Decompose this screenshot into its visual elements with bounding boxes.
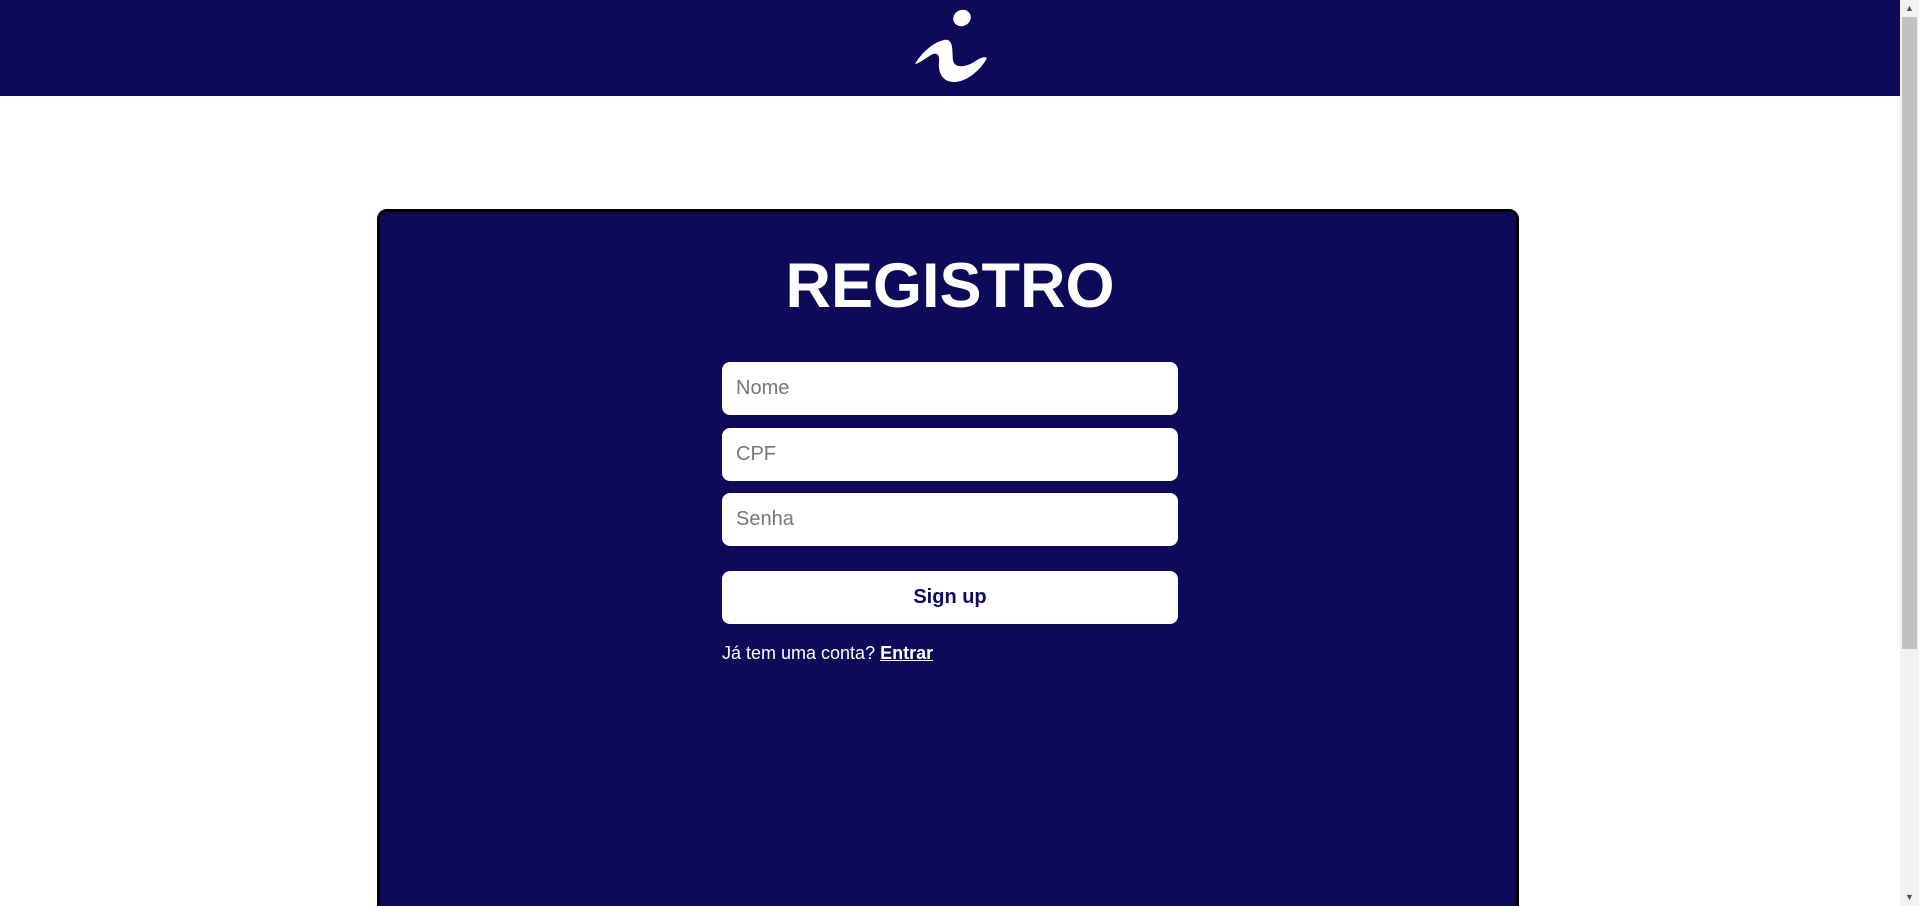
login-link[interactable]: Entrar [880,643,933,663]
scroll-down-arrow-icon[interactable]: ▼ [1900,889,1919,906]
page: REGISTRO Sign up Já tem uma conta? Entra… [0,0,1900,906]
cpf-input[interactable] [722,428,1178,481]
signup-button[interactable]: Sign up [722,571,1178,624]
login-prompt-text: Já tem uma conta? [722,643,876,663]
logo-icon[interactable] [914,8,988,84]
top-bar [0,0,1900,96]
scroll-up-arrow-icon[interactable]: ▲ [1900,0,1919,17]
vertical-scrollbar[interactable]: ▲ ▼ [1900,0,1919,906]
name-input[interactable] [722,362,1178,415]
scrollbar-thumb[interactable] [1902,17,1917,649]
page-title: REGISTRO [785,251,1115,321]
password-input[interactable] [722,493,1178,546]
login-prompt: Já tem uma conta? Entrar [722,641,933,665]
